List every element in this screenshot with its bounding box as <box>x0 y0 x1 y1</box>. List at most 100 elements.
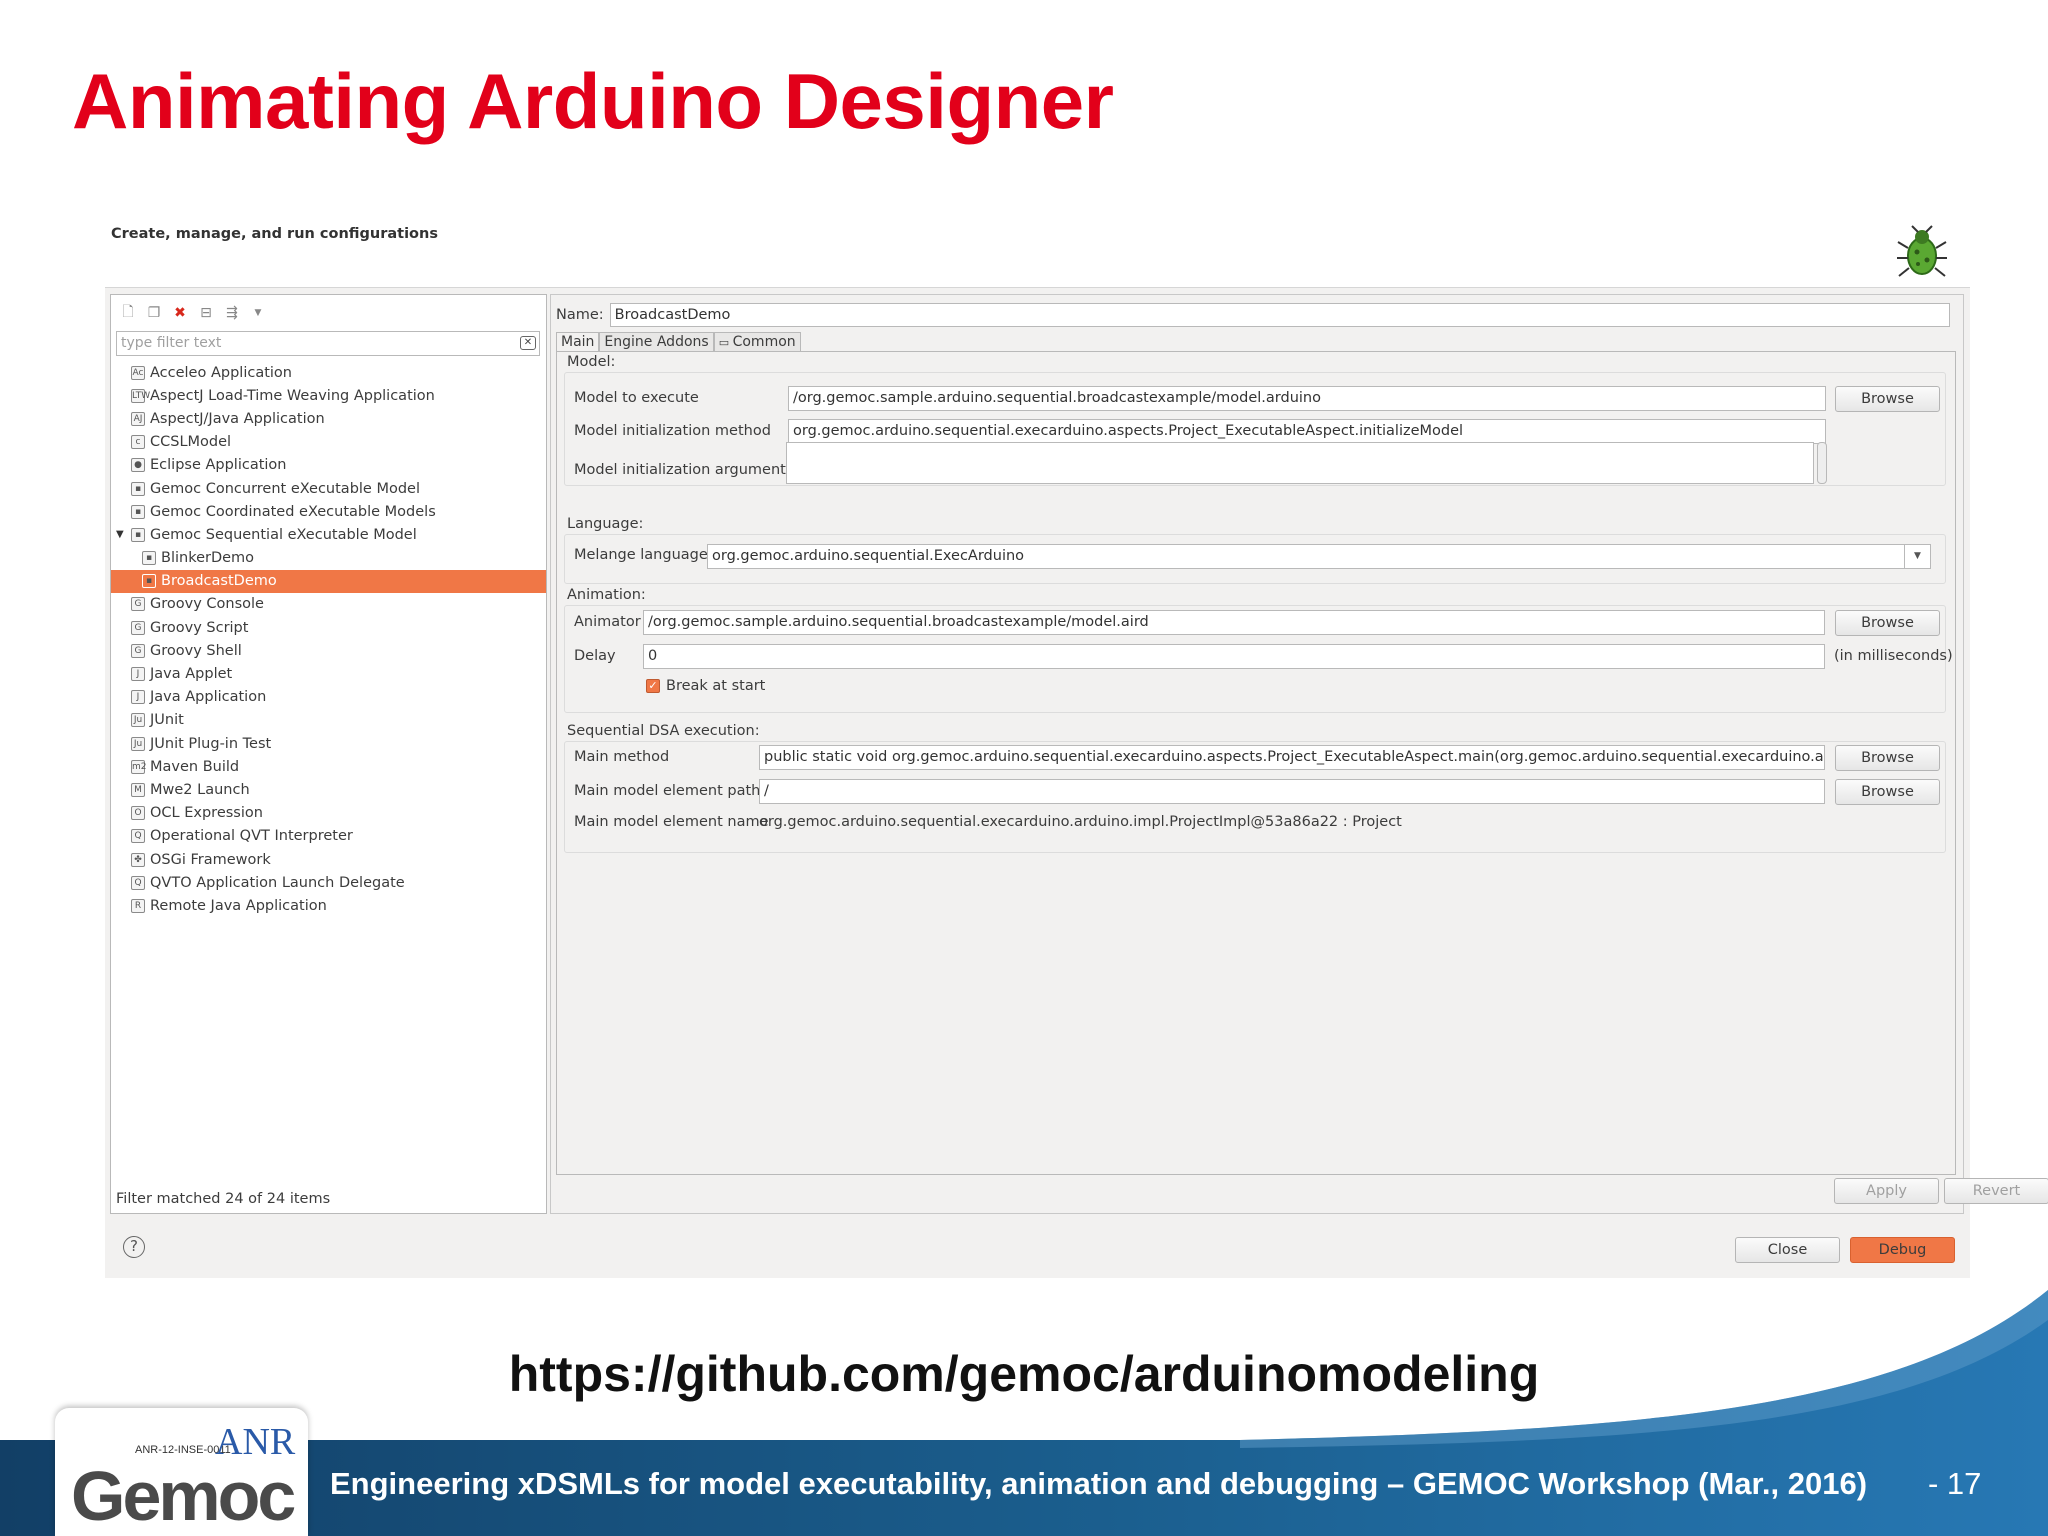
main-method-field[interactable]: public static void org.gemoc.arduino.seq… <box>759 745 1825 770</box>
launch-type-icon: ▪ <box>142 551 156 566</box>
delete-config-icon[interactable]: ✖ <box>171 304 189 322</box>
chevron-down-icon[interactable]: ▼ <box>249 304 267 322</box>
tree-item[interactable]: ▪ BlinkerDemo <box>111 547 546 570</box>
tree-item[interactable]: Q Operational QVT Interpreter <box>111 825 546 848</box>
browse-animator-button[interactable]: Browse <box>1835 610 1940 636</box>
help-icon[interactable]: ? <box>123 1236 145 1258</box>
tree-item-label: Groovy Script <box>150 619 249 636</box>
tree-item[interactable]: G Groovy Shell <box>111 639 546 662</box>
tree-item[interactable]: ▪ BroadcastDemo <box>111 569 546 593</box>
launch-type-icon: ✤ <box>131 852 145 867</box>
name-label: Name: <box>556 307 604 323</box>
tree-item[interactable]: R Remote Java Application <box>111 894 546 917</box>
tree-item-label: BlinkerDemo <box>161 550 255 567</box>
common-tab-icon: ▭ <box>718 336 733 349</box>
tree-item[interactable]: AJ AspectJ/Java Application <box>111 407 546 430</box>
animator-field[interactable]: /org.gemoc.sample.arduino.sequential.bro… <box>643 610 1825 635</box>
tree-item[interactable]: Q QVTO Application Launch Delegate <box>111 871 546 894</box>
model-to-execute-field[interactable]: /org.gemoc.sample.arduino.sequential.bro… <box>788 386 1826 411</box>
apply-button[interactable]: Apply <box>1834 1178 1939 1204</box>
collapse-all-icon[interactable]: ⊟ <box>197 304 215 322</box>
tree-item-label: Java Applet <box>150 666 233 683</box>
tab-common-label: Common <box>732 334 796 350</box>
language-section-label: Language: <box>567 516 644 532</box>
tab-engine-addons[interactable]: Engine Addons <box>599 332 714 352</box>
clear-filter-icon[interactable]: ✕ <box>520 336 536 350</box>
tree-item[interactable]: Ju JUnit Plug-in Test <box>111 732 546 755</box>
debug-button[interactable]: Debug <box>1850 1237 1955 1263</box>
melange-languages-value: org.gemoc.arduino.sequential.ExecArduino <box>712 548 1025 564</box>
tree-item-label: BroadcastDemo <box>161 573 277 590</box>
tree-item-label: Operational QVT Interpreter <box>150 828 353 845</box>
filter-input[interactable]: type filter text ✕ <box>116 331 540 356</box>
run-configurations-dialog: Create, manage, and run configurations 🗋… <box>105 218 2048 1278</box>
close-button[interactable]: Close <box>1735 1237 1840 1263</box>
scrollbar[interactable] <box>1817 442 1827 484</box>
footer-text: Engineering xDSMLs for model executabili… <box>330 1466 1868 1501</box>
tree-item[interactable]: LTW AspectJ Load-Time Weaving Application <box>111 384 546 407</box>
browse-element-path-button[interactable]: Browse <box>1835 779 1940 805</box>
tree-item-label: Gemoc Sequential eXecutable Model <box>150 526 417 543</box>
name-input[interactable]: BroadcastDemo <box>609 303 1950 327</box>
model-init-args-field[interactable] <box>786 442 1814 484</box>
tree-item-label: QVTO Application Launch Delegate <box>150 874 405 891</box>
slide: Animating Arduino Designer Create, manag… <box>0 0 2048 1536</box>
main-element-path-label: Main model element path <box>574 783 761 799</box>
page-number: - 17 <box>1928 1466 1982 1501</box>
tree-item[interactable]: m2 Maven Build <box>111 755 546 778</box>
launch-type-icon: G <box>131 597 145 612</box>
launch-type-icon: ▪ <box>142 574 156 589</box>
debug-bug-icon <box>1897 225 1947 277</box>
tree-item[interactable]: M Mwe2 Launch <box>111 778 546 801</box>
tree-item[interactable]: ● Eclipse Application <box>111 454 546 477</box>
tree-item[interactable]: ✤ OSGi Framework <box>111 848 546 871</box>
tree-item-label: JUnit Plug-in Test <box>150 735 272 752</box>
launch-type-icon: Q <box>131 829 145 844</box>
filter-config-icon[interactable]: ⇶ <box>223 304 241 322</box>
dialog-header-text: Create, manage, and run configurations <box>111 226 438 242</box>
logo-gemoc: Gemoc <box>71 1457 296 1535</box>
model-init-method-label: Model initialization method <box>574 423 771 439</box>
tree-item[interactable]: G Groovy Script <box>111 616 546 639</box>
launch-type-icon: Ac <box>131 365 145 380</box>
tree-item-label: AspectJ Load-Time Weaving Application <box>150 387 435 404</box>
delay-unit-label: (in milliseconds) <box>1834 648 1953 664</box>
tree-item-label: JUnit <box>150 712 184 729</box>
revert-button[interactable]: Revert <box>1944 1178 2048 1204</box>
tree-item[interactable]: c CCSLModel <box>111 431 546 454</box>
config-toolbar: 🗋 ❐ ✖ ⊟ ⇶ ▼ <box>119 302 267 324</box>
tree-item-label: Eclipse Application <box>150 457 287 474</box>
tree-item[interactable]: ▼ ▪ Gemoc Sequential eXecutable Model <box>111 523 546 546</box>
tree-item[interactable]: O OCL Expression <box>111 802 546 825</box>
launch-type-icon: Ju <box>131 713 145 728</box>
duplicate-config-icon[interactable]: ❐ <box>145 304 163 322</box>
tab-common[interactable]: ▭ Common <box>713 332 801 352</box>
main-element-name-label: Main model element name <box>574 814 769 830</box>
tree-item[interactable]: Ju JUnit <box>111 709 546 732</box>
tree-item[interactable]: ▪ Gemoc Concurrent eXecutable Model <box>111 477 546 500</box>
tree-item[interactable]: J Java Application <box>111 686 546 709</box>
main-element-path-field[interactable]: / <box>759 779 1825 804</box>
name-row: Name: BroadcastDemo <box>556 303 1950 327</box>
expand-arrow-icon[interactable]: ▼ <box>116 529 124 540</box>
browse-model-button[interactable]: Browse <box>1835 386 1940 412</box>
model-init-method-field[interactable]: org.gemoc.arduino.sequential.execarduino… <box>788 419 1826 444</box>
tree-item-label: Gemoc Coordinated eXecutable Models <box>150 503 436 520</box>
dialog-header: Create, manage, and run configurations <box>105 218 1970 288</box>
tree-item-label: Maven Build <box>150 758 240 775</box>
melange-languages-select[interactable]: org.gemoc.arduino.sequential.ExecArduino… <box>707 544 1931 569</box>
browse-main-method-button[interactable]: Browse <box>1835 745 1940 771</box>
chevron-down-icon[interactable]: ▼ <box>1904 545 1930 568</box>
tree-item[interactable]: J Java Applet <box>111 662 546 685</box>
break-at-start-checkbox[interactable]: ✓ <box>646 679 660 693</box>
configuration-list-panel: 🗋 ❐ ✖ ⊟ ⇶ ▼ type filter text ✕ Ac Acceleo… <box>110 294 547 1214</box>
configuration-editor-panel: Name: BroadcastDemo Main Engine Addons ▭… <box>550 294 2048 1214</box>
tree-item[interactable]: Ac Acceleo Application <box>111 361 546 384</box>
tree-item[interactable]: ▪ Gemoc Coordinated eXecutable Models <box>111 500 546 523</box>
new-config-icon[interactable]: 🗋 <box>119 304 137 322</box>
tree-item-label: CCSLModel <box>150 434 232 451</box>
main-method-label: Main method <box>574 749 670 765</box>
tree-item[interactable]: G Groovy Console <box>111 593 546 616</box>
delay-field[interactable]: 0 <box>643 644 1825 669</box>
tab-main[interactable]: Main <box>556 332 600 352</box>
